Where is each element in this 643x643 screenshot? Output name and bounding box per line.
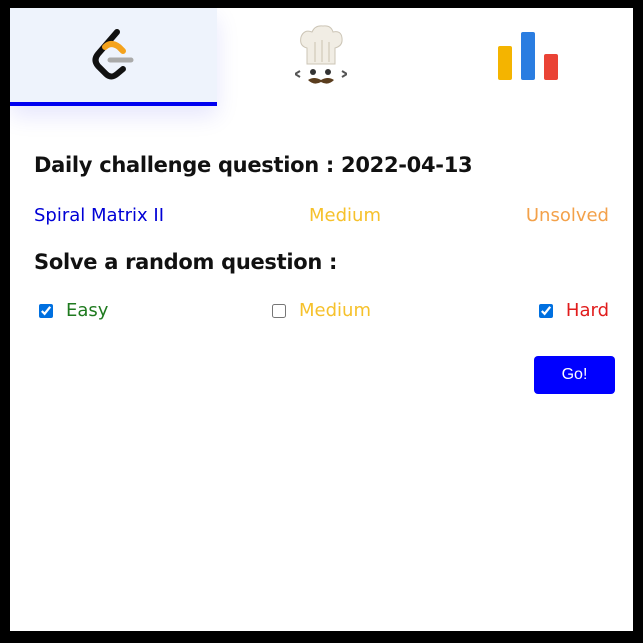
daily-challenge-heading: Daily challenge question : 2022-04-13 xyxy=(34,153,473,177)
easy-label[interactable]: Easy xyxy=(66,300,108,321)
medium-label[interactable]: Medium xyxy=(299,300,371,321)
leetcode-logo-icon xyxy=(92,29,133,80)
daily-question-difficulty: Medium xyxy=(309,205,381,226)
difficulty-filter-row: Easy Medium Hard xyxy=(34,300,609,324)
go-button[interactable]: Go! xyxy=(534,356,615,394)
tab-chef[interactable] xyxy=(217,8,425,106)
tab-leetcode[interactable] xyxy=(10,8,217,106)
extension-popup: Daily challenge question : 2022-04-13 Sp… xyxy=(10,8,633,631)
daily-question-row: Spiral Matrix II Medium Unsolved xyxy=(34,205,609,229)
medium-option: Medium xyxy=(272,300,371,321)
chef-hat-icon xyxy=(295,25,347,84)
daily-question-status: Unsolved xyxy=(525,205,609,226)
easy-checkbox[interactable] xyxy=(39,303,53,318)
easy-option: Easy xyxy=(39,300,108,321)
tab-stats[interactable] xyxy=(425,8,633,106)
bar-chart-icon xyxy=(498,32,558,80)
hard-label[interactable]: Hard xyxy=(566,300,609,321)
daily-question-link[interactable]: Spiral Matrix II xyxy=(34,205,164,226)
hard-checkbox[interactable] xyxy=(538,303,553,318)
medium-checkbox[interactable] xyxy=(272,303,286,318)
random-question-heading: Solve a random question : xyxy=(34,250,338,274)
hard-option: Hard xyxy=(538,300,609,321)
tab-bar xyxy=(10,8,633,106)
